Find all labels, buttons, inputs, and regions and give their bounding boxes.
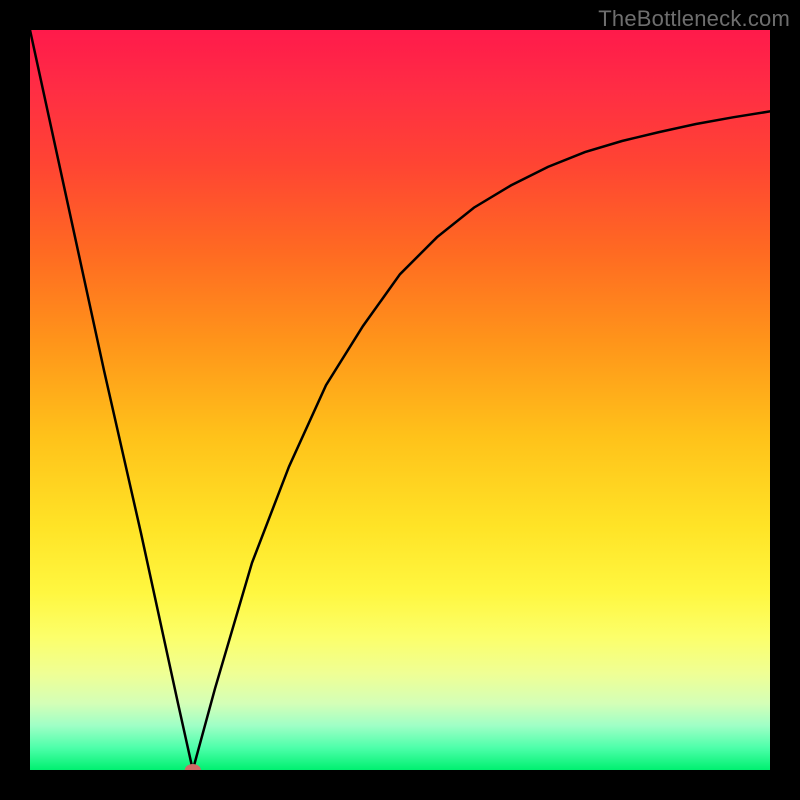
watermark-text: TheBottleneck.com — [598, 6, 790, 32]
chart-stage: TheBottleneck.com — [0, 0, 800, 800]
plot-background-gradient — [30, 30, 770, 770]
